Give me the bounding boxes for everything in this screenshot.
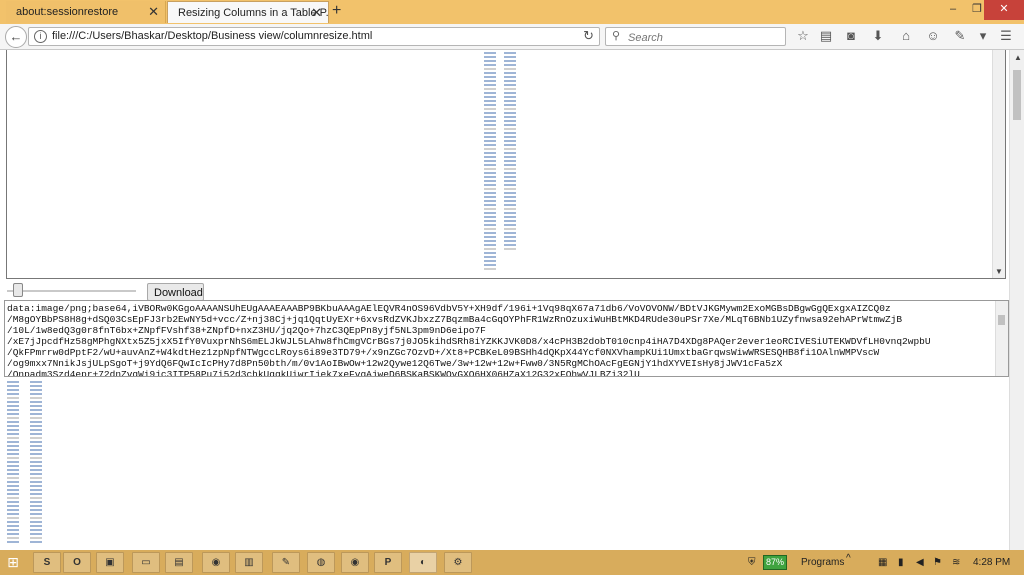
window-close-icon[interactable]: ✕ — [984, 0, 1024, 20]
slider-thumb[interactable] — [13, 283, 23, 297]
download-button[interactable]: Download — [147, 283, 204, 301]
reload-icon[interactable]: ↻ — [583, 28, 594, 44]
clock[interactable]: 4:28 PM — [973, 554, 1010, 571]
app-icon[interactable]: ⚙ — [444, 552, 472, 573]
app-icon[interactable]: ▥ — [235, 552, 263, 573]
tab-session-restore[interactable]: about:sessionrestore ✕ — [6, 1, 166, 23]
scroll-up-icon[interactable]: ▲ — [1014, 53, 1022, 62]
back-icon[interactable]: ← — [5, 26, 27, 48]
scrollbar-thumb[interactable] — [1013, 70, 1021, 120]
search-icon: ⚲ — [612, 30, 621, 42]
textarea-scrollbar[interactable] — [995, 301, 1008, 376]
new-tab-icon[interactable]: + — [332, 2, 341, 20]
speaker-icon[interactable]: ◀ — [916, 554, 924, 571]
extension-icon[interactable]: ✎ — [952, 28, 968, 44]
menu-icon[interactable]: ☰ — [998, 28, 1014, 44]
url-text[interactable]: file:///C:/Users/Bhaskar/Desktop/Busines… — [52, 30, 372, 42]
canvas-scrollbar[interactable]: ▼ — [992, 50, 1005, 278]
chrome-icon[interactable]: ◉ — [341, 552, 369, 573]
rendered-thumbnail-column — [7, 381, 19, 545]
skype-icon[interactable]: S — [33, 552, 61, 573]
pocket-icon[interactable]: ◙ — [843, 28, 859, 44]
paint-icon[interactable]: ✎ — [272, 552, 300, 573]
home-icon[interactable]: ⌂ — [898, 28, 914, 44]
powerpoint-icon[interactable]: P — [374, 552, 402, 573]
canvas-thumbnail-column — [484, 52, 496, 272]
close-icon[interactable]: ✕ — [148, 1, 159, 23]
file-explorer-icon[interactable]: ▤ — [165, 552, 193, 573]
tab-active-page[interactable]: Resizing Columns in a Table P... ✕ — [167, 1, 329, 23]
chrome-icon[interactable]: ◉ — [202, 552, 230, 573]
chat-icon[interactable]: ☺ — [925, 28, 941, 44]
flag-icon[interactable]: ⚑ — [933, 554, 942, 571]
tab-label: about:sessionrestore — [16, 6, 119, 18]
start-icon[interactable]: ⊞ — [3, 553, 23, 572]
outlook-icon[interactable]: O — [63, 552, 91, 573]
slider-track — [7, 290, 136, 292]
tray-expand-icon[interactable]: ^ — [846, 550, 851, 567]
tray-icon[interactable]: ▦ — [878, 554, 887, 571]
tray-label[interactable]: Programs — [801, 554, 844, 571]
zoom-slider[interactable] — [7, 283, 136, 297]
scroll-down-icon[interactable]: ▼ — [995, 267, 1003, 276]
nav-bar: ← i file:///C:/Users/Bhaskar/Desktop/Bus… — [0, 24, 1024, 50]
address-bar[interactable]: i file:///C:/Users/Bhaskar/Desktop/Busin… — [28, 27, 600, 46]
app-icon[interactable]: ▣ — [96, 552, 124, 573]
tab-bar: about:sessionrestore ✕ Resizing Columns … — [0, 0, 1024, 24]
tab-label: Resizing Columns in a Table P... — [178, 7, 329, 19]
image-canvas: ▼ — [6, 50, 1006, 279]
chevron-down-icon[interactable]: ▾ — [975, 28, 991, 44]
page-viewport: ▼ Download data:image/png;base64,iVBORw0… — [0, 50, 1024, 550]
firefox-icon[interactable]: ◐ — [409, 552, 437, 573]
bookmark-star-icon[interactable]: ☆ — [795, 28, 811, 44]
folder-icon[interactable]: ▭ — [132, 552, 160, 573]
data-url-text[interactable]: data:image/png;base64,iVBORw0KGgoAAAANSU… — [5, 301, 1008, 376]
reading-list-icon[interactable]: ▤ — [818, 28, 834, 44]
windows-taskbar: ⊞ S O ▣ ▭ ▤ ◉ ▥ ✎ ◍ ◉ P ◐ ⚙ ⛨ 87% Progra… — [0, 550, 1024, 575]
app-icon[interactable]: ◍ — [307, 552, 335, 573]
shield-icon[interactable]: ⛨ — [748, 554, 756, 571]
rendered-thumbnail-column — [30, 381, 42, 545]
battery-indicator[interactable]: 87% — [763, 555, 787, 570]
page-scrollbar[interactable]: ▲ — [1009, 50, 1024, 550]
wifi-icon[interactable]: ≋ — [952, 554, 960, 571]
data-url-textarea[interactable]: data:image/png;base64,iVBORw0KGgoAAAANSU… — [4, 300, 1009, 377]
download-icon[interactable]: ⬇ — [870, 28, 886, 44]
network-icon[interactable]: ▮ — [898, 554, 904, 571]
canvas-thumbnail-column — [504, 52, 516, 252]
close-icon[interactable]: ✕ — [311, 2, 322, 23]
search-box[interactable]: ⚲ — [605, 27, 786, 46]
search-input[interactable] — [626, 29, 780, 46]
info-icon[interactable]: i — [34, 30, 47, 43]
